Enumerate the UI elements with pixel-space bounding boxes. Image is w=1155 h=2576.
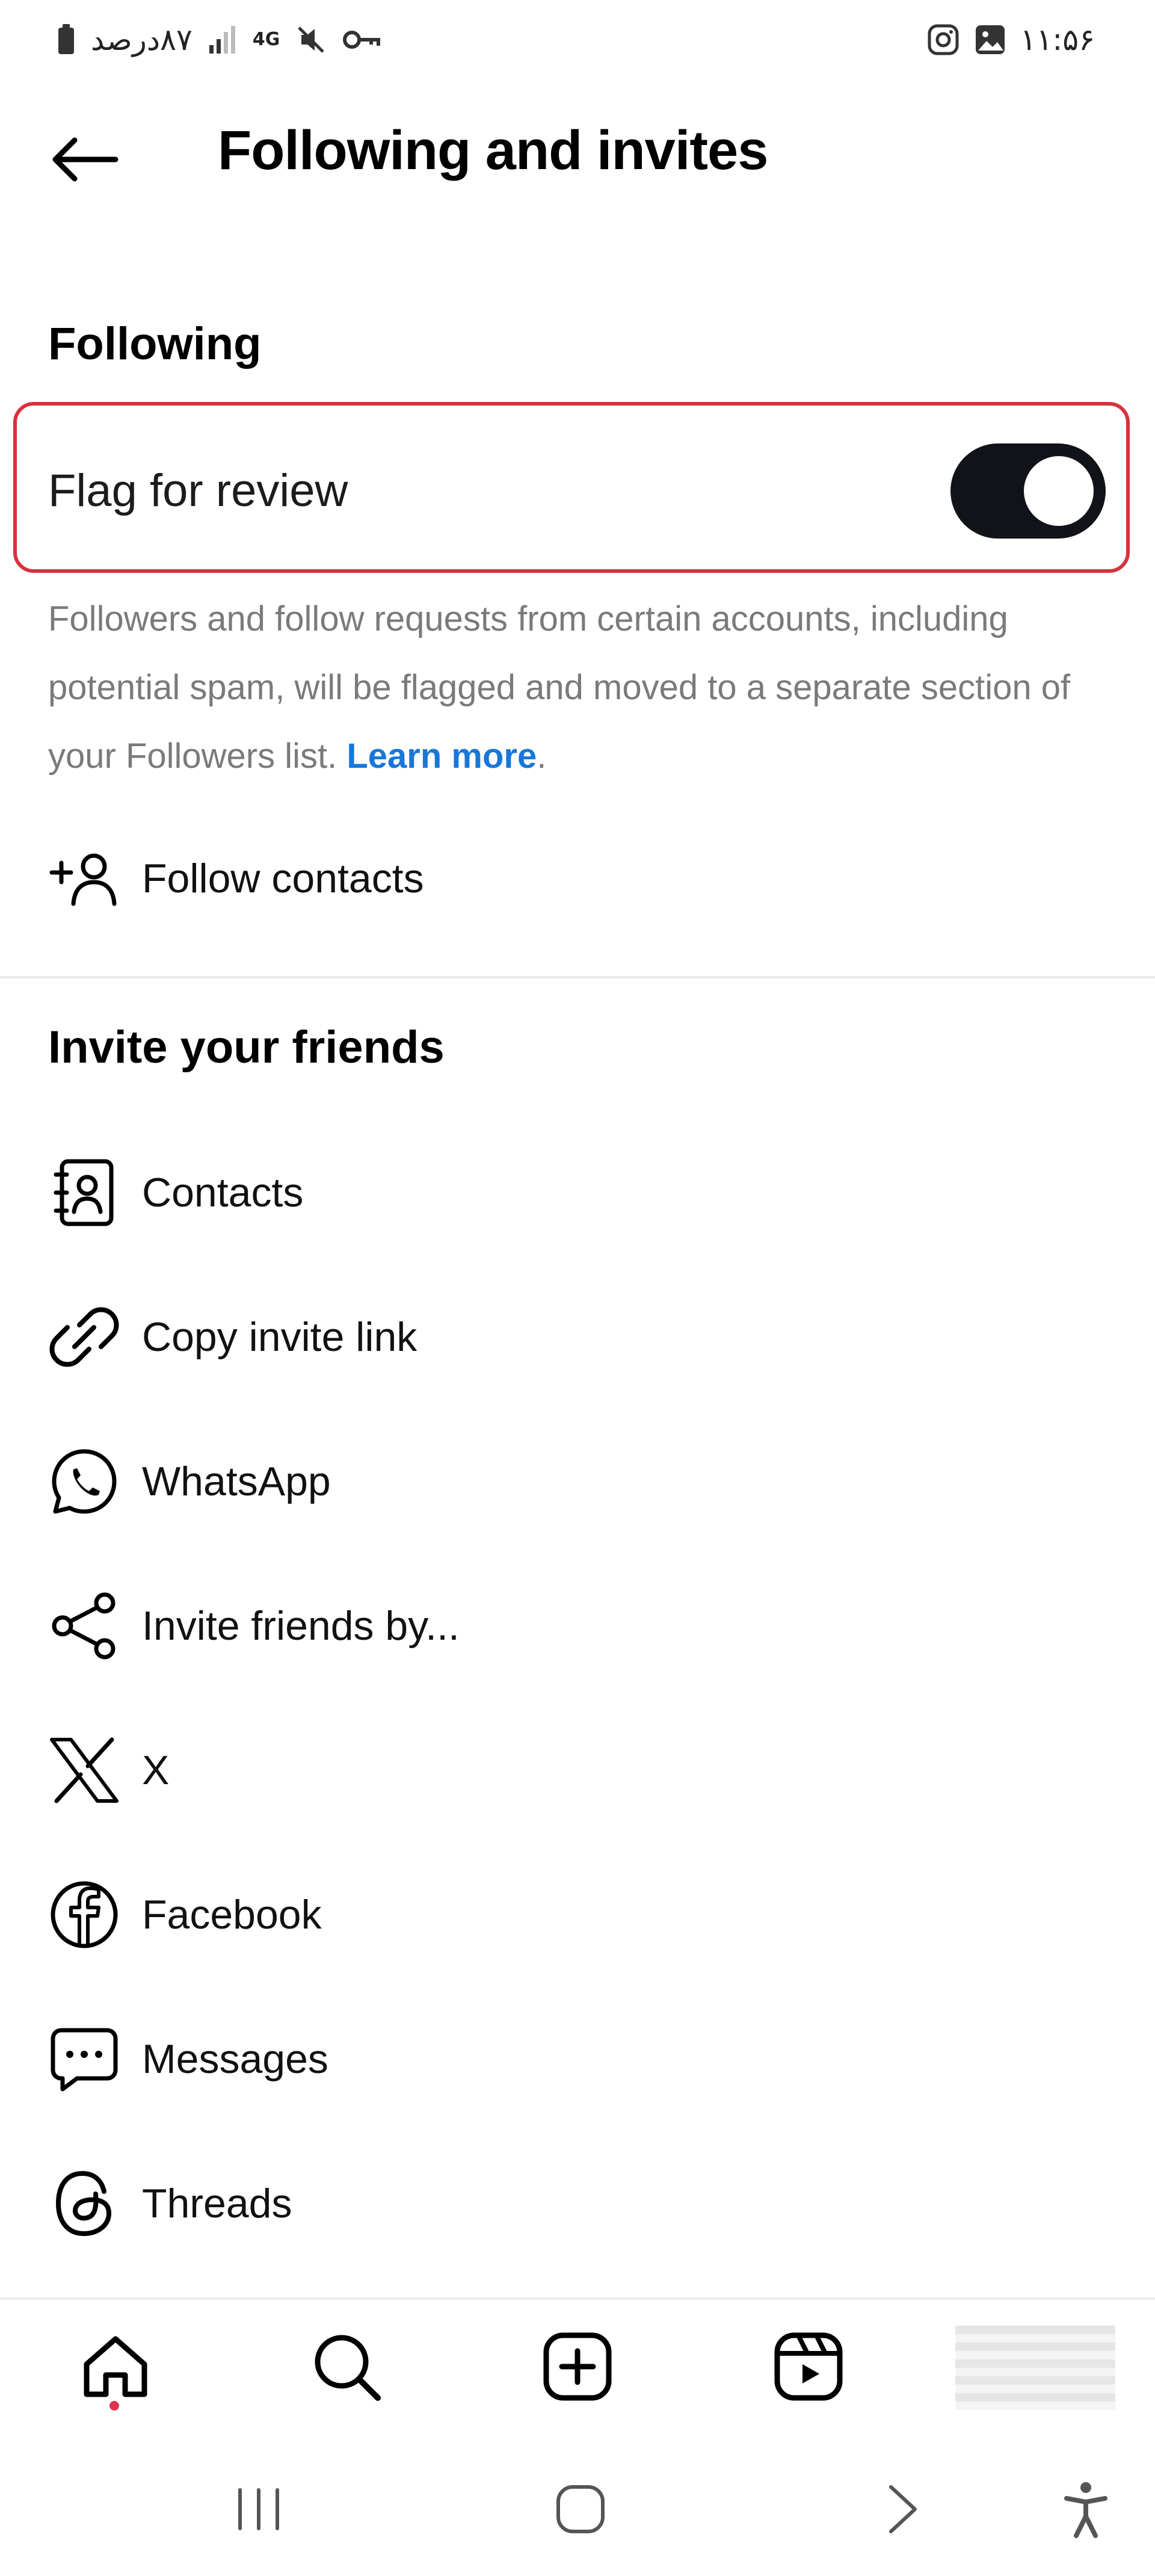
mute-icon (298, 26, 325, 53)
contacts-icon (45, 1153, 124, 1232)
home-circle-icon (556, 2485, 605, 2533)
gallery-notification-icon (975, 25, 1005, 54)
status-bar-left: ۸۷درصد 4G (57, 19, 381, 60)
whatsapp-icon (45, 1442, 124, 1521)
search-icon (315, 2335, 381, 2401)
x-label: X (142, 1747, 170, 1793)
recent-apps-button[interactable] (217, 2473, 301, 2545)
section-divider (0, 976, 1155, 978)
chevron-right-icon (889, 2485, 917, 2533)
create-tab[interactable] (535, 2327, 620, 2406)
back-system-button[interactable] (860, 2473, 944, 2545)
share-icon (45, 1586, 124, 1666)
vpn-key-icon (343, 31, 381, 49)
flag-description: Followers and follow requests from certa… (48, 585, 1107, 791)
copy-invite-link-label: Copy invite link (142, 1314, 417, 1360)
messages-row[interactable]: Messages (0, 1999, 1155, 2119)
whatsapp-row[interactable]: WhatsApp (0, 1421, 1155, 1542)
recent-apps-icon (238, 2488, 279, 2530)
messages-label: Messages (142, 2036, 328, 2082)
profile-tab[interactable] (955, 2326, 1115, 2410)
link-icon (45, 1297, 124, 1377)
create-icon (543, 2332, 612, 2401)
flag-for-review-label: Flag for review (48, 465, 348, 516)
learn-more-link[interactable]: Learn more (346, 737, 537, 776)
signal-icon (209, 26, 235, 54)
invite-section-title: Invite your friends (48, 1022, 445, 1073)
description-period: . (537, 737, 547, 776)
invite-friends-by-row[interactable]: Invite friends by... (0, 1566, 1155, 1686)
x-row[interactable]: X (0, 1710, 1155, 1830)
facebook-label: Facebook (142, 1892, 322, 1938)
back-arrow-icon (52, 137, 119, 182)
threads-label: Threads (142, 2181, 292, 2226)
flag-for-review-toggle[interactable] (950, 443, 1106, 539)
x-icon (45, 1731, 124, 1810)
flag-description-text: Followers and follow requests from certa… (48, 599, 1071, 776)
add-person-icon (45, 839, 124, 918)
copy-invite-link-row[interactable]: Copy invite link (0, 1277, 1155, 1397)
status-bar-right: ۱۱:۵۶ (926, 19, 1095, 60)
clock: ۱۱:۵۶ (1020, 22, 1095, 57)
page-title: Following and invites (218, 120, 768, 181)
home-icon (84, 2336, 147, 2397)
reels-tab[interactable] (766, 2327, 851, 2406)
instagram-notification-icon (928, 24, 959, 55)
facebook-icon (45, 1875, 124, 1954)
follow-contacts-label: Follow contacts (142, 856, 424, 901)
home-system-button[interactable] (538, 2473, 623, 2545)
bottom-nav-divider (0, 2297, 1155, 2300)
following-section-title: Following (48, 318, 262, 369)
battery-text: ۸۷درصد (91, 22, 192, 57)
accessibility-icon (1064, 2482, 1107, 2538)
whatsapp-label: WhatsApp (142, 1459, 331, 1504)
battery-icon (58, 24, 74, 54)
threads-row[interactable]: Threads (0, 2143, 1155, 2264)
toggle-knob (1024, 456, 1094, 526)
search-tab[interactable] (304, 2327, 389, 2406)
invite-friends-by-label: Invite friends by... (142, 1603, 460, 1649)
accessibility-button[interactable] (1044, 2473, 1128, 2545)
home-notification-dot (109, 2401, 119, 2411)
back-button[interactable] (42, 123, 126, 196)
reels-icon (774, 2332, 843, 2401)
invite-contacts-row[interactable]: Contacts (0, 1132, 1155, 1253)
messages-icon (45, 2019, 124, 2099)
contacts-label: Contacts (142, 1170, 304, 1215)
facebook-row[interactable]: Facebook (0, 1855, 1155, 1975)
threads-icon (45, 2164, 124, 2243)
follow-contacts-row[interactable]: Follow contacts (0, 818, 1155, 939)
network-type: 4G (252, 29, 280, 50)
home-tab[interactable] (73, 2327, 158, 2406)
